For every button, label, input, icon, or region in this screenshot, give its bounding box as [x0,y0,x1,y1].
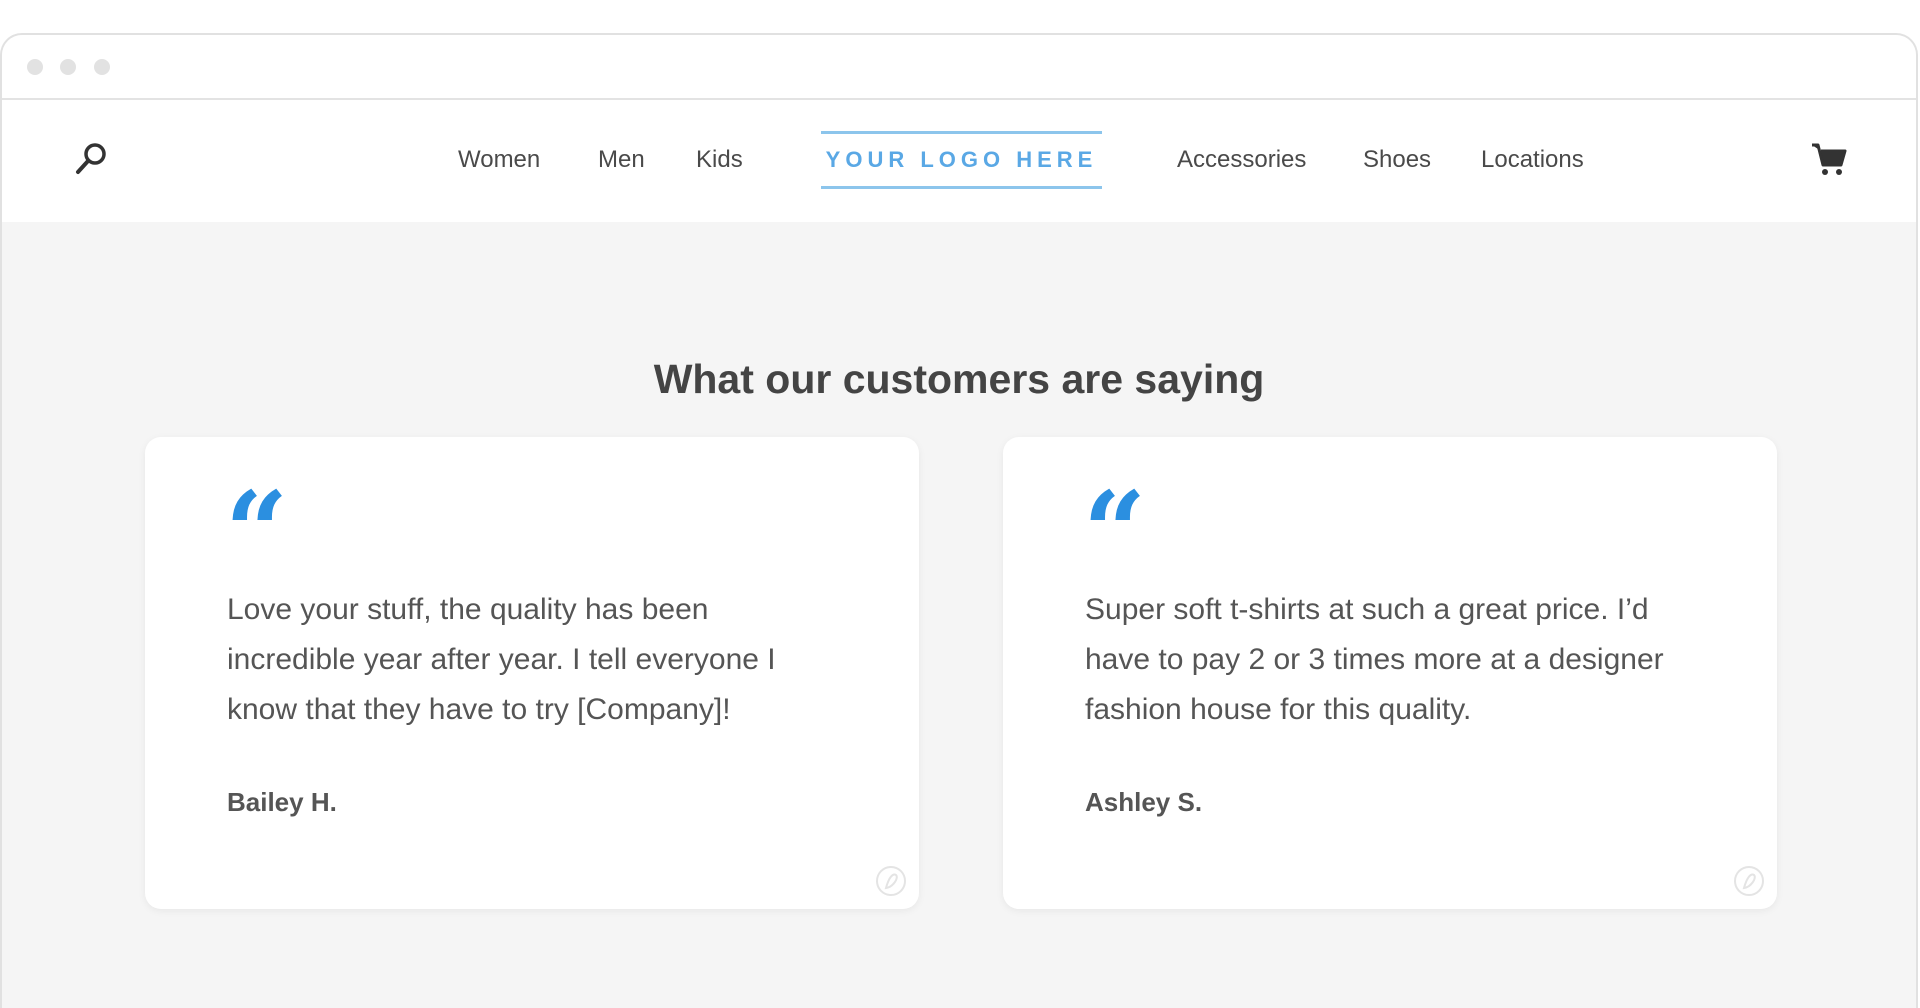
nav-item-men[interactable]: Men [598,145,645,175]
testimonial-text: Super soft t-shirts at such a great pric… [1085,593,1664,726]
browser-window: Women Men Kids YOUR LOGO HERE Accessorie… [0,33,1918,1008]
testimonial-text: Love your stuff, the quality has been in… [227,593,776,726]
site-logo[interactable]: YOUR LOGO HERE [821,131,1102,189]
section-heading: What our customers are saying [653,356,1265,402]
window-dot-minimize[interactable] [60,59,76,75]
quote-icon: “ [1083,467,1147,596]
testimonial-author: Bailey H. [227,787,337,817]
testimonial-card: “ Love your stuff, the quality has been … [145,437,919,909]
search-icon[interactable] [74,141,110,177]
window-dot-maximize[interactable] [94,59,110,75]
nav-item-locations[interactable]: Locations [1481,145,1584,175]
browser-chrome [2,35,1916,100]
nav-item-accessories[interactable]: Accessories [1177,145,1306,175]
nav-item-women[interactable]: Women [458,145,540,175]
testimonial-author: Ashley S. [1085,787,1203,817]
window-dot-close[interactable] [27,59,43,75]
nav-item-kids[interactable]: Kids [696,145,743,175]
cart-icon[interactable] [1810,141,1848,179]
testimonial-card: “ Super soft t-shirts at such a great pr… [1003,437,1777,909]
watermark-icon [875,865,907,897]
nav-item-shoes[interactable]: Shoes [1363,145,1431,175]
site-navbar: Women Men Kids YOUR LOGO HERE Accessorie… [2,100,1916,222]
watermark-icon [1733,865,1765,897]
quote-icon: “ [225,467,289,596]
